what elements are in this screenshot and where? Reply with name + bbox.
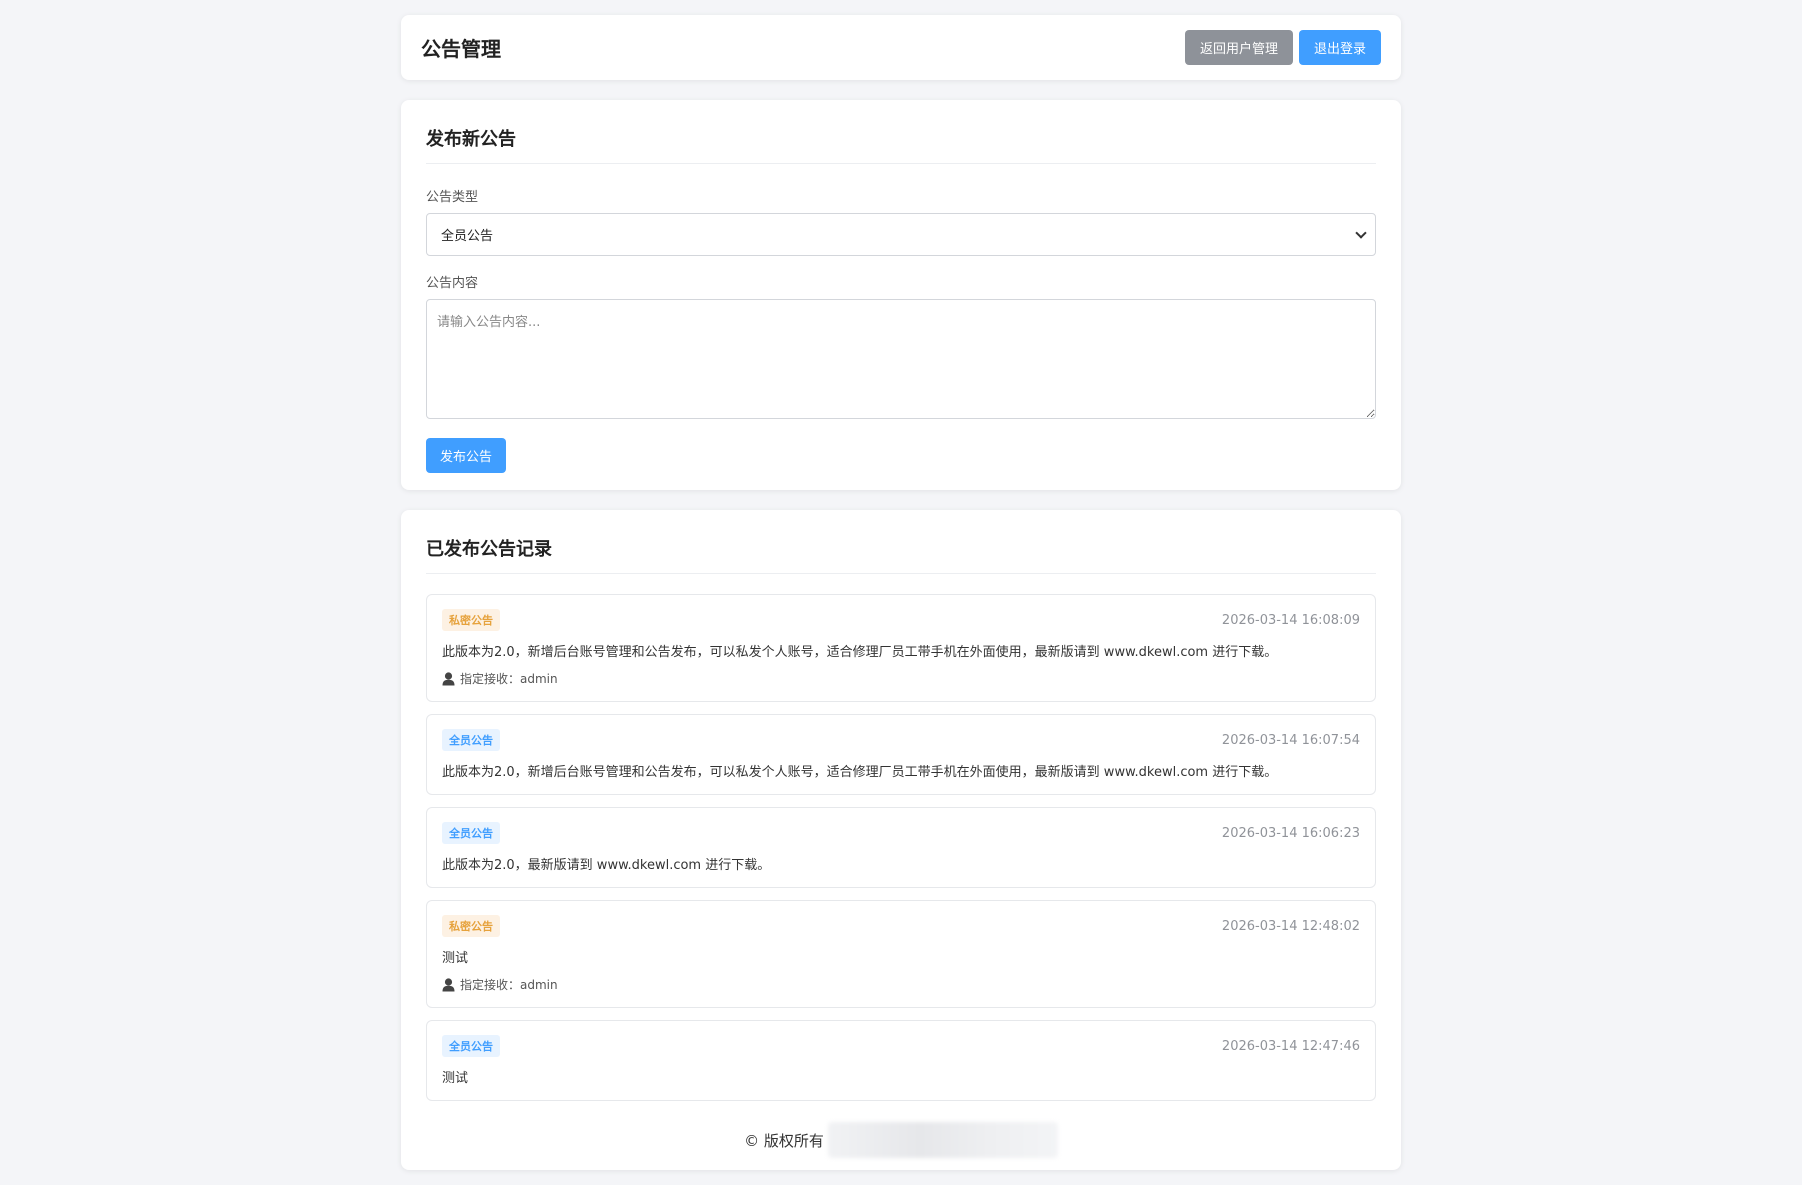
record-item: 私密公告 2026-03-14 16:08:09 此版本为2.0，新增后台账号管… <box>426 594 1376 702</box>
content-textarea[interactable] <box>426 299 1376 419</box>
publish-card: 发布新公告 公告类型 全员公告 公告内容 发布公告 <box>401 100 1401 490</box>
footer: © 版权所有 <box>401 1122 1401 1158</box>
record-item: 私密公告 2026-03-14 12:48:02 测试 指定接收：admin <box>426 900 1376 1008</box>
page-container: 公告管理 返回用户管理 退出登录 发布新公告 公告类型 全员公告 公告内容 发布… <box>401 15 1401 1170</box>
publish-button[interactable]: 发布公告 <box>426 438 507 473</box>
records-card: 已发布公告记录 私密公告 2026-03-14 16:08:09 此版本为2.0… <box>401 510 1401 1170</box>
record-recipient: 指定接收：admin <box>442 976 1360 993</box>
recipient-text: 指定接收：admin <box>460 978 558 992</box>
publish-section-title: 发布新公告 <box>426 125 1376 164</box>
record-timestamp: 2026-03-14 12:48:02 <box>1221 918 1360 934</box>
header-bar: 公告管理 返回用户管理 退出登录 <box>401 15 1401 80</box>
user-icon <box>442 671 455 685</box>
record-timestamp: 2026-03-14 16:06:23 <box>1221 825 1360 841</box>
chevron-down-icon <box>1355 226 1367 239</box>
type-select-value: 全员公告 <box>441 229 494 244</box>
recipient-text: 指定接收：admin <box>460 672 558 686</box>
record-content: 此版本为2.0，新增后台账号管理和公告发布，可以私发个人账号，适合修理厂员工带手… <box>442 765 1278 780</box>
record-list: 私密公告 2026-03-14 16:08:09 此版本为2.0，新增后台账号管… <box>426 594 1376 1101</box>
header-actions: 返回用户管理 退出登录 <box>1184 30 1381 65</box>
back-to-user-management-button[interactable]: 返回用户管理 <box>1184 30 1293 65</box>
record-recipient: 指定接收：admin <box>442 670 1360 687</box>
page-title: 公告管理 <box>421 37 501 61</box>
record-content: 测试 <box>442 1071 469 1086</box>
record-timestamp: 2026-03-14 12:47:46 <box>1221 1038 1360 1054</box>
all-badge: 全员公告 <box>442 1035 500 1057</box>
all-badge: 全员公告 <box>442 822 500 844</box>
type-label: 公告类型 <box>426 190 479 205</box>
record-item: 全员公告 2026-03-14 16:06:23 此版本为2.0，最新版请到 w… <box>426 807 1376 888</box>
logout-button[interactable]: 退出登录 <box>1298 30 1381 65</box>
private-badge: 私密公告 <box>442 915 500 937</box>
record-content: 测试 <box>442 951 469 966</box>
record-timestamp: 2026-03-14 16:07:54 <box>1221 732 1360 748</box>
user-icon <box>442 977 455 991</box>
record-item: 全员公告 2026-03-14 16:07:54 此版本为2.0，新增后台账号管… <box>426 714 1376 795</box>
records-section-title: 已发布公告记录 <box>426 535 1376 574</box>
copyright-text: © 版权所有 <box>744 1131 824 1150</box>
blurred-owner-name <box>827 1122 1058 1158</box>
type-select[interactable]: 全员公告 <box>426 213 1376 256</box>
record-content: 此版本为2.0，最新版请到 www.dkewl.com 进行下载。 <box>442 858 771 873</box>
content-label: 公告内容 <box>426 276 479 291</box>
record-timestamp: 2026-03-14 16:08:09 <box>1221 612 1360 628</box>
record-item: 全员公告 2026-03-14 12:47:46 测试 <box>426 1020 1376 1101</box>
private-badge: 私密公告 <box>442 609 500 631</box>
record-content: 此版本为2.0，新增后台账号管理和公告发布，可以私发个人账号，适合修理厂员工带手… <box>442 645 1278 660</box>
all-badge: 全员公告 <box>442 729 500 751</box>
